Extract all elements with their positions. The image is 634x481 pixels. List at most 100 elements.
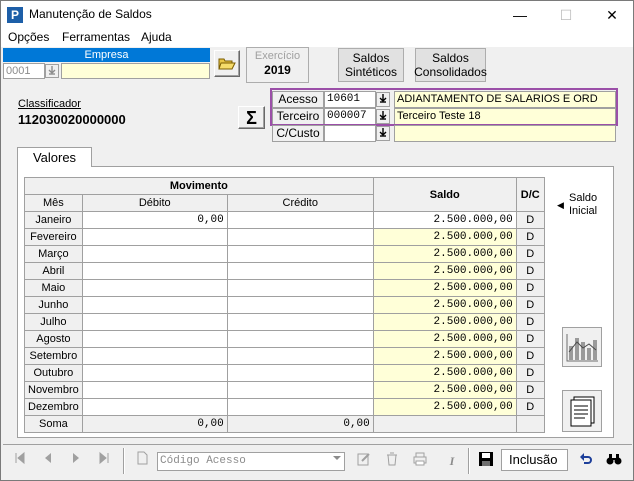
menu-opcoes[interactable]: Opções (8, 30, 49, 44)
new-document-icon[interactable] (131, 450, 153, 472)
empresa-code-field[interactable]: 0001 (3, 63, 45, 79)
codigo-acesso-search[interactable]: Código Acesso (157, 452, 345, 471)
exercicio-box[interactable]: Exercício 2019 (246, 47, 309, 83)
ccusto-code-field[interactable] (324, 125, 376, 142)
tab-valores[interactable]: Valores (17, 147, 92, 167)
empresa-name-field[interactable] (61, 63, 210, 79)
ccusto-dropdown-icon[interactable] (376, 126, 390, 141)
table-row[interactable]: Maio 2.500.000,00 D (24, 279, 545, 297)
header-saldo: Saldo (372, 177, 517, 212)
header-debito: Débito (81, 194, 228, 212)
edit-record-icon[interactable] (353, 450, 375, 472)
toolbar-separator (468, 448, 470, 474)
saldo-cell[interactable]: 2.500.000,00 (372, 398, 517, 416)
table-row[interactable]: Dezembro 2.500.000,00 D (24, 398, 545, 416)
previous-record-icon[interactable] (37, 450, 59, 472)
saldos-sinteticos-button[interactable]: Saldos Sintéticos (338, 48, 404, 82)
saldo-cell[interactable]: 2.500.000,00 (372, 245, 517, 263)
open-folder-button[interactable] (214, 50, 240, 77)
debito-cell[interactable] (81, 330, 228, 348)
debito-cell[interactable] (81, 347, 228, 365)
debito-cell[interactable] (81, 228, 228, 246)
month-cell: Novembro (24, 381, 83, 399)
credito-cell[interactable] (226, 381, 374, 399)
credito-cell[interactable] (226, 262, 374, 280)
minimize-button[interactable]: — (497, 1, 543, 29)
credito-cell[interactable] (226, 313, 374, 331)
saldo-cell[interactable]: 2.500.000,00 (372, 381, 517, 399)
empresa-dropdown-icon[interactable] (45, 64, 59, 78)
debito-cell[interactable] (81, 398, 228, 416)
close-button[interactable]: ✕ (589, 1, 634, 29)
sigma-button[interactable]: Σ (238, 106, 265, 129)
saldo-cell[interactable]: 2.500.000,00 (372, 228, 517, 246)
debito-cell[interactable] (81, 296, 228, 314)
table-row[interactable]: Agosto 2.500.000,00 D (24, 330, 545, 348)
report-button[interactable] (562, 390, 602, 432)
exercicio-value: 2019 (264, 63, 291, 77)
credito-cell[interactable] (226, 364, 374, 382)
table-row[interactable]: Junho 2.500.000,00 D (24, 296, 545, 314)
maximize-button[interactable]: ☐ (543, 1, 589, 29)
saldo-cell[interactable]: 2.500.000,00 (372, 211, 517, 229)
debito-cell[interactable] (81, 364, 228, 382)
table-row[interactable]: Abril 2.500.000,00 D (24, 262, 545, 280)
header-movimento: Movimento (24, 177, 374, 195)
chart-button[interactable] (562, 327, 602, 367)
debito-cell[interactable] (81, 262, 228, 280)
debito-cell[interactable] (81, 313, 228, 331)
credito-cell[interactable] (226, 245, 374, 263)
print-icon[interactable] (409, 450, 431, 472)
saldo-cell[interactable]: 2.500.000,00 (372, 364, 517, 382)
debito-cell[interactable]: 0,00 (81, 211, 228, 229)
undo-icon[interactable] (575, 450, 597, 472)
debito-cell[interactable] (81, 279, 228, 297)
debito-cell[interactable] (81, 381, 228, 399)
credito-cell[interactable] (226, 279, 374, 297)
credito-cell[interactable] (226, 398, 374, 416)
table-row[interactable]: Fevereiro 2.500.000,00 D (24, 228, 545, 246)
search-dropdown-icon[interactable] (330, 453, 344, 470)
last-record-icon[interactable] (93, 450, 115, 472)
dc-cell: D (515, 262, 545, 280)
table-row[interactable]: Janeiro 0,00 2.500.000,00 D (24, 211, 545, 229)
table-row[interactable]: Setembro 2.500.000,00 D (24, 347, 545, 365)
credito-cell[interactable] (226, 211, 374, 229)
saldo-inicial-line-1: Saldo (569, 192, 598, 204)
saldo-cell[interactable]: 2.500.000,00 (372, 279, 517, 297)
next-record-icon[interactable] (65, 450, 87, 472)
saldo-cell[interactable]: 2.500.000,00 (372, 330, 517, 348)
table-row[interactable]: Março 2.500.000,00 D (24, 245, 545, 263)
dc-cell: D (515, 313, 545, 331)
credito-cell[interactable] (226, 228, 374, 246)
credito-cell[interactable] (226, 347, 374, 365)
menu-ajuda[interactable]: Ajuda (141, 30, 172, 44)
month-cell: Maio (24, 279, 83, 297)
saldo-cell[interactable]: 2.500.000,00 (372, 313, 517, 331)
credito-cell[interactable] (226, 296, 374, 314)
table-row[interactable]: Outubro 2.500.000,00 D (24, 364, 545, 382)
saldo-cell[interactable]: 2.500.000,00 (372, 296, 517, 314)
first-record-icon[interactable] (9, 450, 31, 472)
saldos-consolidados-button[interactable]: Saldos Consolidados (414, 48, 487, 82)
table-row[interactable]: Julho 2.500.000,00 D (24, 313, 545, 331)
saldos-consolidados-label-2: Consolidados (414, 65, 487, 79)
menu-ferramentas[interactable]: Ferramentas (62, 30, 130, 44)
menu-bar: Opções Ferramentas Ajuda (1, 29, 633, 47)
header-mes: Mês (24, 194, 83, 212)
saldo-cell[interactable]: 2.500.000,00 (372, 262, 517, 280)
table-row[interactable]: Novembro 2.500.000,00 D (24, 381, 545, 399)
italic-icon[interactable]: I (441, 450, 463, 472)
debito-cell[interactable] (81, 245, 228, 263)
month-cell: Fevereiro (24, 228, 83, 246)
toolbar-separator (123, 448, 125, 474)
credito-cell[interactable] (226, 330, 374, 348)
ccusto-label: C/Custo (272, 125, 324, 142)
binoculars-icon[interactable] (603, 450, 625, 472)
bar-chart-icon (566, 334, 598, 362)
saldo-cell[interactable]: 2.500.000,00 (372, 347, 517, 365)
classificador-label: Classificador (18, 98, 81, 110)
delete-record-icon[interactable] (381, 450, 403, 472)
soma-saldo (372, 415, 517, 433)
save-icon[interactable] (475, 450, 497, 472)
